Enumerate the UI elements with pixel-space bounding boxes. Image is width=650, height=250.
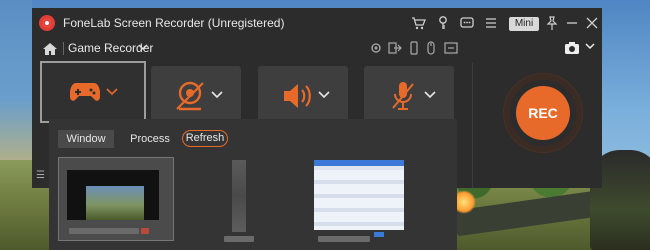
chevron-down-icon[interactable] [318, 88, 330, 102]
export-icon[interactable] [388, 41, 402, 55]
mini-button[interactable]: Mini [509, 17, 539, 31]
menu-icon[interactable] [483, 15, 499, 31]
window-thumbnail-selected[interactable] [58, 157, 174, 241]
app-title: FoneLab Screen Recorder (Unregistered) [63, 16, 285, 30]
mobile-icon[interactable] [407, 41, 421, 55]
cart-icon[interactable] [411, 15, 427, 31]
thumbnail-caption [69, 228, 139, 234]
rec-button[interactable]: REC [516, 86, 570, 140]
minimize-icon[interactable] [564, 15, 580, 31]
microphone-source-card[interactable] [364, 66, 454, 126]
thumbnail-3-app-icon [374, 232, 384, 237]
key-icon[interactable] [435, 15, 451, 31]
window-thumbnail-3[interactable] [314, 160, 404, 230]
speaker-icon [284, 84, 311, 108]
mouse-icon[interactable] [424, 41, 438, 55]
thumbnail-3-titlebar [314, 160, 404, 166]
toolbar-separator [63, 42, 64, 55]
toolbar: Game Recorder [32, 38, 602, 60]
settings-icon[interactable] [369, 41, 383, 55]
camera-chevron-down-icon[interactable] [585, 41, 595, 54]
webcam-source-card[interactable] [151, 66, 241, 126]
thumbnail-game-image [86, 186, 144, 220]
game-controller-icon [70, 83, 100, 101]
thumbnail-preview [67, 170, 159, 220]
vertical-divider [472, 63, 473, 188]
more-icon[interactable]: ☰ [36, 170, 45, 181]
stretch-icon[interactable] [444, 41, 458, 55]
tab-window[interactable]: Window [58, 130, 114, 148]
chevron-down-icon[interactable] [211, 88, 223, 102]
game-source-card[interactable] [40, 61, 146, 123]
camera-icon[interactable] [564, 41, 580, 55]
thumbnail-app-icon [141, 228, 149, 234]
chevron-down-icon[interactable] [106, 85, 118, 99]
chevron-down-icon[interactable] [138, 42, 148, 55]
webcam-off-icon [176, 81, 204, 111]
microphone-off-icon [392, 82, 414, 110]
tab-process[interactable]: Process [125, 130, 175, 148]
thumbnail-caption-3 [318, 236, 370, 242]
home-icon[interactable] [43, 42, 57, 55]
system-sound-source-card[interactable] [258, 66, 348, 126]
chat-icon[interactable] [459, 15, 475, 31]
close-icon[interactable] [584, 15, 600, 31]
thumbnail-3-content [314, 170, 404, 230]
title-bar: FoneLab Screen Recorder (Unregistered) M… [32, 8, 602, 38]
chevron-down-icon[interactable] [424, 88, 436, 102]
refresh-button[interactable]: Refresh [182, 130, 228, 147]
window-thumbnail-2[interactable] [232, 160, 246, 232]
app-logo-icon [39, 15, 55, 31]
thumbnail-caption-2 [224, 236, 254, 242]
pin-icon[interactable] [544, 15, 560, 31]
